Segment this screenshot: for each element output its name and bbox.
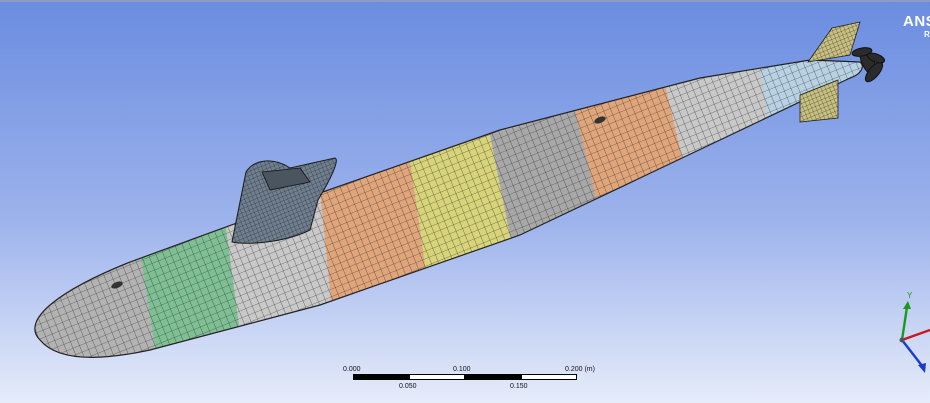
triad-z-axis [901, 339, 924, 368]
scale-seg-1 [353, 374, 409, 380]
scale-label-100: 0.100 [453, 366, 471, 373]
scale-label-200: 0.200 (m) [565, 366, 595, 373]
hull-sections [34, 60, 863, 358]
triad-z-arrowhead [918, 363, 926, 373]
logo-text: ANSYS [903, 13, 930, 30]
graphics-viewport[interactable]: ANSYS R 0.000 0.100 0.200 (m) 0.050 0.15… [0, 0, 930, 403]
scale-bar: 0.000 0.100 0.200 (m) 0.050 0.150 [340, 362, 620, 398]
triad-y-axis [900, 306, 909, 341]
scale-label-150: 0.150 [510, 383, 528, 390]
triad-x-axis [901, 328, 930, 342]
triad-origin [899, 337, 905, 343]
triad-y-label: Y [907, 291, 913, 300]
scale-seg-2 [409, 374, 465, 380]
ansys-logo: ANSYS R [903, 13, 930, 39]
scale-label-0: 0.000 [343, 366, 361, 373]
logo-release: R [924, 30, 930, 39]
scale-seg-4 [521, 374, 577, 380]
scale-label-050: 0.050 [399, 383, 417, 390]
triad-y-arrowhead [903, 301, 911, 309]
scale-seg-3 [465, 374, 521, 380]
submarine-mesh-model[interactable] [0, 0, 930, 403]
axis-triad[interactable]: Y [880, 285, 930, 403]
hull-mesh-lines [34, 60, 863, 358]
